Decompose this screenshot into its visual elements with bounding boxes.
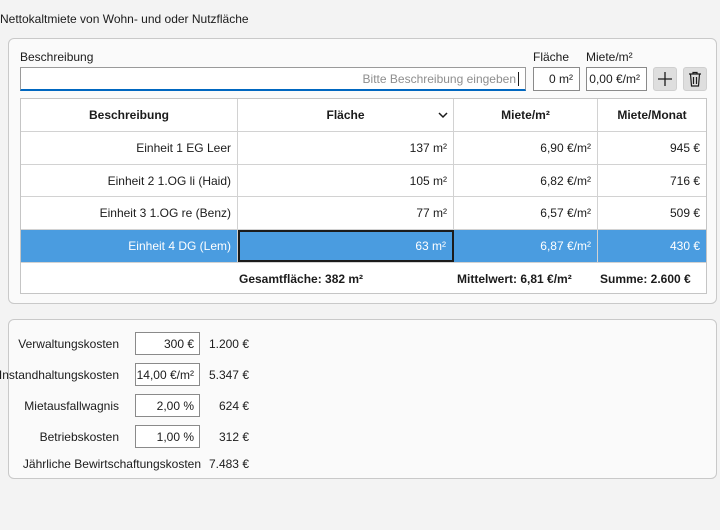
operating-costs-card: Verwaltungskosten 300 € 1.200 € Instandh… xyxy=(0,319,717,479)
cell-beschreibung: Einheit 4 DG (Lem) xyxy=(21,230,238,262)
table-header: Beschreibung Fläche Miete/m² Miete/Monat xyxy=(21,99,706,132)
text-caret xyxy=(518,71,519,86)
column-header-beschreibung[interactable]: Beschreibung xyxy=(21,99,238,131)
table-footer: Gesamtfläche: 382 m² Mittelwert: 6,81 €/… xyxy=(21,263,706,293)
table-row-selected[interactable]: Einheit 4 DG (Lem) 63 m² 6,87 €/m² 430 € xyxy=(21,230,706,263)
summe-total: Summe: 2.600 € xyxy=(600,272,691,286)
cost-label: Mietausfallwagnis xyxy=(24,399,119,413)
cost-value: 5.347 € xyxy=(208,368,249,382)
cost-row-mietausfall: Mietausfallwagnis 2,00 % 624 € xyxy=(9,394,309,418)
gesamtflaeche-total: Gesamtfläche: 382 m² xyxy=(239,272,364,286)
total-label: Jährliche Bewirtschaftungskosten xyxy=(22,457,201,471)
instandhaltungskosten-input[interactable]: 14,00 €/m² xyxy=(135,363,200,386)
cell-flaeche-focused[interactable]: 63 m² xyxy=(238,230,454,262)
cost-value: 1.200 € xyxy=(208,337,249,351)
cost-value: 312 € xyxy=(218,430,249,444)
cell-flaeche: 137 m² xyxy=(238,132,454,164)
rent-table: Beschreibung Fläche Miete/m² Miete/Monat… xyxy=(20,98,707,294)
cell-flaeche: 105 m² xyxy=(238,165,454,196)
chevron-down-icon xyxy=(438,112,448,119)
table-row[interactable]: Einheit 1 EG Leer 137 m² 6,90 €/m² 945 € xyxy=(21,132,706,165)
cell-beschreibung: Einheit 2 1.OG li (Haid) xyxy=(21,165,238,196)
cost-row-verwaltung: Verwaltungskosten 300 € 1.200 € xyxy=(9,332,309,356)
column-header-miete-m2[interactable]: Miete/m² xyxy=(454,99,598,131)
cost-label: Verwaltungskosten xyxy=(18,337,119,351)
verwaltungskosten-input[interactable]: 300 € xyxy=(135,332,200,355)
mittelwert-total: Mittelwert: 6,81 €/m² xyxy=(457,272,572,286)
plus-icon xyxy=(658,72,672,86)
miete-label: Miete/m² xyxy=(586,50,633,64)
cell-miete-monat: 509 € xyxy=(669,206,700,220)
betriebskosten-input[interactable]: 1,00 % xyxy=(135,425,200,448)
cell-beschreibung: Einheit 3 1.OG re (Benz) xyxy=(21,197,238,229)
cell-beschreibung: Einheit 1 EG Leer xyxy=(21,132,238,164)
table-row[interactable]: Einheit 2 1.OG li (Haid) 105 m² 6,82 €/m… xyxy=(21,165,706,197)
beschreibung-input[interactable]: Bitte Beschreibung eingeben xyxy=(20,67,526,91)
cost-label: Instandhaltungskosten xyxy=(0,368,119,382)
mietausfallwagnis-input[interactable]: 2,00 % xyxy=(135,394,200,417)
cell-miete-m2: 6,87 €/m² xyxy=(454,230,598,262)
column-header-flaeche[interactable]: Fläche xyxy=(238,99,454,131)
delete-button[interactable] xyxy=(683,67,707,91)
cost-row-total: Jährliche Bewirtschaftungskosten 7.483 € xyxy=(9,452,309,476)
cell-flaeche: 77 m² xyxy=(238,197,454,229)
page-title: Nettokaltmiete von Wohn- und oder Nutzfl… xyxy=(0,12,249,26)
cell-miete-m2: 6,57 €/m² xyxy=(454,197,598,229)
cost-row-instandhaltung: Instandhaltungskosten 14,00 €/m² 5.347 € xyxy=(0,363,309,387)
cell-miete-m2: 6,90 €/m² xyxy=(454,132,598,164)
table-row[interactable]: Einheit 3 1.OG re (Benz) 77 m² 6,57 €/m²… xyxy=(21,197,706,230)
miete-input[interactable]: 0,00 €/m² xyxy=(586,67,647,91)
add-button[interactable] xyxy=(653,67,677,91)
beschreibung-label: Beschreibung xyxy=(20,50,94,64)
trash-icon xyxy=(689,71,701,87)
column-header-flaeche-label: Fläche xyxy=(326,108,365,122)
cell-miete-m2: 6,82 €/m² xyxy=(454,165,598,196)
cost-row-betrieb: Betriebskosten 1,00 % 312 € xyxy=(9,425,309,449)
cost-label: Betriebskosten xyxy=(39,430,119,444)
flaeche-input[interactable]: 0 m² xyxy=(533,67,580,91)
rent-entry-card: Beschreibung Fläche Miete/m² Bitte Besch… xyxy=(8,38,717,304)
cost-value: 624 € xyxy=(218,399,249,413)
column-header-miete-monat[interactable]: Miete/Monat xyxy=(598,99,706,131)
beschreibung-placeholder: Bitte Beschreibung eingeben xyxy=(362,71,516,86)
cell-miete-monat: 430 € xyxy=(669,239,700,253)
total-value: 7.483 € xyxy=(208,457,249,471)
cell-miete-monat: 716 € xyxy=(669,173,700,188)
flaeche-label: Fläche xyxy=(533,50,570,64)
cell-miete-monat: 945 € xyxy=(669,141,700,155)
